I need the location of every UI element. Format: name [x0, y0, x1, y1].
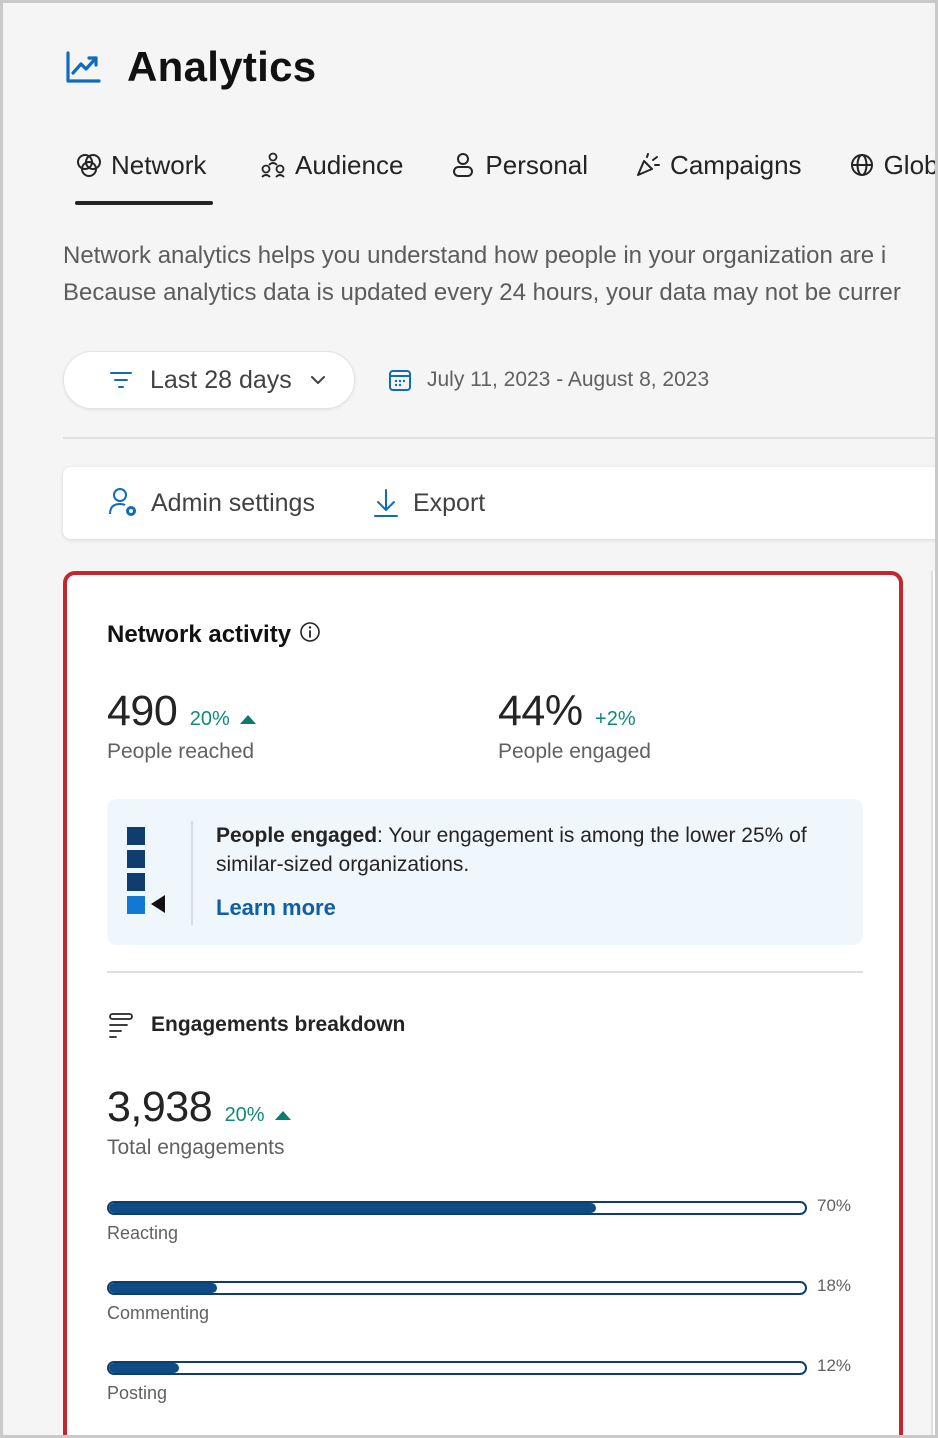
- metric-value: 3,938: [107, 1083, 213, 1131]
- card-header: Network activity: [107, 621, 321, 649]
- trending-line-icon: [66, 51, 101, 83]
- people-group-icon: [261, 152, 285, 178]
- filter-row: Last 28 days July 11, 2023 - August 8, 2…: [63, 351, 709, 409]
- tab-label: Personal: [485, 149, 589, 180]
- progress-fill: [109, 1203, 597, 1213]
- learn-more-link[interactable]: Learn more: [216, 895, 336, 921]
- bar-label: Posting: [107, 1383, 168, 1403]
- metric-value: 490: [107, 687, 178, 735]
- divider: [63, 437, 935, 439]
- quartile-block: [127, 850, 145, 868]
- engagement-insight-banner: People engaged: Your engagement is among…: [107, 799, 863, 945]
- metric-delta: +2%: [595, 708, 636, 730]
- insight-text: People engaged: Your engagement is among…: [216, 821, 846, 879]
- description-line: Because analytics data is updated every …: [63, 279, 901, 306]
- bar-percent: 70%: [817, 1196, 852, 1215]
- total-engagements-metric: 3,938 20% Total engagements: [107, 1083, 292, 1160]
- progress-track: [107, 1281, 807, 1295]
- tab-label: Audience: [295, 149, 404, 180]
- tab-label: Network: [111, 149, 207, 180]
- date-range: July 11, 2023 - August 8, 2023: [387, 367, 709, 393]
- trend-up-icon: [275, 1111, 292, 1120]
- tab-campaigns[interactable]: Campaigns: [634, 143, 802, 193]
- tab-audience[interactable]: Audience: [259, 143, 403, 193]
- bar-label: Commenting: [107, 1303, 210, 1323]
- export-button[interactable]: Export: [369, 486, 485, 520]
- bar-percent: 18%: [817, 1276, 852, 1295]
- section-title: Engagements breakdown: [151, 1013, 406, 1036]
- page-description: Network analytics helps you understand h…: [63, 237, 935, 311]
- people-reached-metric: 490 20% People reached: [107, 687, 257, 764]
- divider: [191, 821, 193, 925]
- bar-percent: 12%: [817, 1356, 852, 1375]
- quartile-block: [127, 873, 145, 891]
- globe-icon: [850, 154, 873, 176]
- progress-track: [107, 1361, 807, 1375]
- breakdown-list-icon: [109, 1013, 133, 1038]
- date-filter-label: Last 28 days: [150, 365, 292, 394]
- admin-settings-label: Admin settings: [151, 488, 315, 517]
- breakdown-header: Engagements breakdown: [107, 1011, 405, 1039]
- megaphone-icon: [637, 153, 661, 176]
- filter-icon: [110, 372, 132, 388]
- tab-bar: Network Audience Personal Campaigns Glob: [75, 143, 938, 205]
- tab-network[interactable]: Network: [75, 143, 213, 205]
- tab-global[interactable]: Global: [848, 143, 938, 193]
- network-activity-card: Network activity 490 20% People reached …: [63, 571, 903, 1435]
- person-settings-icon: [109, 488, 136, 516]
- info-icon[interactable]: [299, 621, 321, 643]
- trend-up-icon: [240, 715, 257, 724]
- toolbar: Admin settings Export: [63, 467, 935, 539]
- progress-track: [107, 1201, 807, 1215]
- page-title: Analytics: [127, 43, 317, 90]
- metric-label: People reached: [107, 740, 255, 763]
- chevron-down-icon: [310, 376, 325, 384]
- quartile-block: [127, 827, 145, 845]
- next-card-edge: [931, 571, 935, 1435]
- tab-label: Global: [883, 149, 938, 180]
- metric-delta: 20%: [224, 1104, 265, 1126]
- progress-fill: [109, 1283, 217, 1293]
- quartile-block-active: [127, 896, 145, 914]
- tab-label: Campaigns: [670, 149, 802, 180]
- network-icon: [77, 154, 101, 177]
- date-range-text: July 11, 2023 - August 8, 2023: [427, 368, 710, 391]
- divider: [107, 971, 863, 973]
- progress-fill: [109, 1363, 179, 1373]
- date-filter-dropdown[interactable]: Last 28 days: [63, 351, 355, 409]
- app-window: Analytics Network Audience Personal Camp…: [0, 0, 938, 1438]
- insight-bold: People engaged: [216, 824, 378, 847]
- bar-label: Reacting: [107, 1223, 179, 1243]
- card-title: Network activity: [107, 621, 292, 648]
- page-header: Analytics: [63, 43, 316, 91]
- person-icon: [453, 153, 474, 177]
- admin-settings-button[interactable]: Admin settings: [107, 486, 315, 520]
- download-icon: [373, 489, 398, 517]
- description-line: Network analytics helps you understand h…: [63, 242, 887, 269]
- tab-personal[interactable]: Personal: [449, 143, 588, 193]
- quartile-indicator-icon: [127, 827, 145, 919]
- metric-delta: 20%: [189, 708, 230, 730]
- quartile-pointer-icon: [151, 895, 165, 913]
- metric-value: 44%: [498, 687, 583, 735]
- metric-label: Total engagements: [107, 1136, 285, 1159]
- calendar-icon: [389, 370, 411, 391]
- export-label: Export: [412, 488, 486, 517]
- people-engaged-metric: 44% +2% People engaged: [498, 687, 651, 764]
- metric-label: People engaged: [498, 740, 651, 763]
